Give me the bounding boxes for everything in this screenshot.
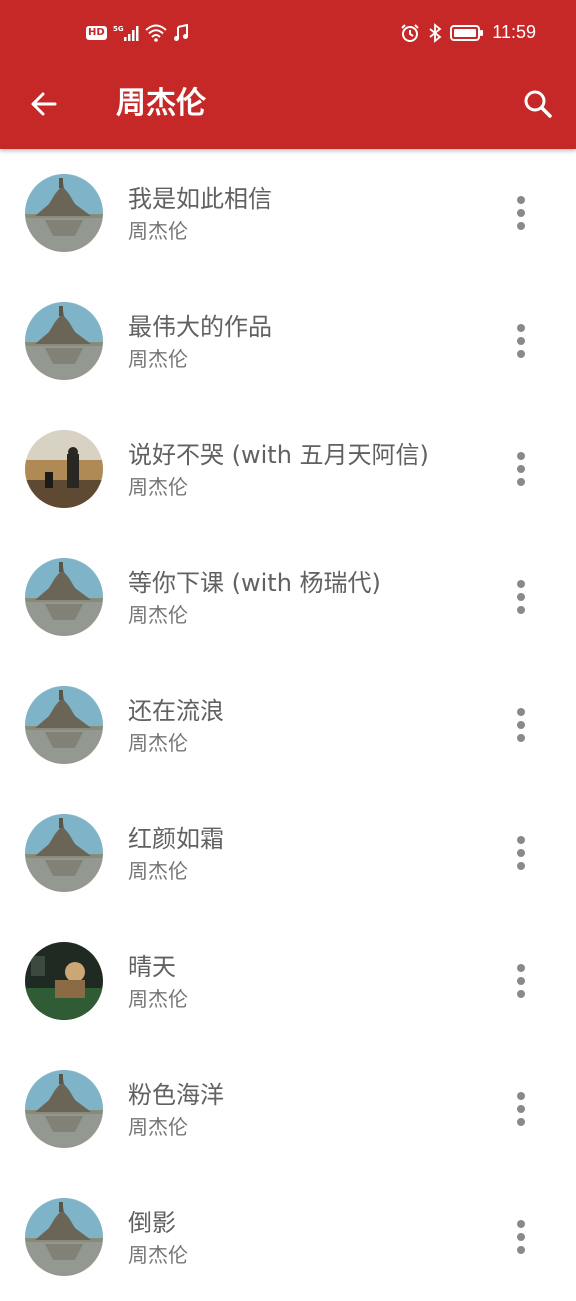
song-list: 我是如此相信 周杰伦 最伟大的作品 周杰伦 说好不哭 (with 五月天阿信) … [0,149,576,1301]
song-title: 红颜如霜 [128,825,224,853]
more-vert-icon [517,977,525,985]
album-cover [25,686,103,764]
more-options-button[interactable] [506,1217,536,1257]
search-button[interactable] [518,84,558,124]
more-vert-icon [517,465,525,473]
more-options-button[interactable] [506,1089,536,1129]
more-vert-icon [517,209,525,217]
song-row[interactable]: 倒影 周杰伦 [0,1173,576,1301]
more-options-button[interactable] [506,833,536,873]
album-cover [25,1070,103,1148]
app-bar: HD 5G 11:59 周杰伦 [0,0,576,149]
more-vert-icon [517,1220,525,1228]
more-vert-icon [517,990,525,998]
more-vert-icon [517,1233,525,1241]
more-vert-icon [517,196,525,204]
song-title: 粉色海洋 [128,1081,224,1109]
search-icon [524,90,552,118]
more-vert-icon [517,964,525,972]
svg-text:5G: 5G [113,25,124,33]
song-artist: 周杰伦 [128,987,188,1011]
song-row[interactable]: 最伟大的作品 周杰伦 [0,277,576,405]
album-cover [25,174,103,252]
song-title: 等你下课 (with 杨瑞代) [128,569,381,597]
more-options-button[interactable] [506,449,536,489]
more-options-button[interactable] [506,321,536,361]
page-title: 周杰伦 [116,86,206,121]
song-title: 我是如此相信 [128,185,272,213]
album-cover [25,430,103,508]
song-row[interactable]: 说好不哭 (with 五月天阿信) 周杰伦 [0,405,576,533]
wifi-icon [145,24,167,42]
music-note-icon [173,24,188,41]
more-options-button[interactable] [506,577,536,617]
more-vert-icon [517,337,525,345]
song-row[interactable]: 红颜如霜 周杰伦 [0,789,576,917]
album-cover [25,302,103,380]
song-title: 说好不哭 (with 五月天阿信) [128,441,429,469]
album-cover [25,814,103,892]
more-vert-icon [517,606,525,614]
album-cover [25,1198,103,1276]
signal-icon: 5G [113,25,139,41]
more-vert-icon [517,862,525,870]
song-artist: 周杰伦 [128,219,188,243]
song-title: 晴天 [128,953,176,981]
more-vert-icon [517,452,525,460]
status-bar: HD 5G 11:59 [0,18,576,54]
song-artist: 周杰伦 [128,731,188,755]
status-right: 11:59 [400,22,536,43]
more-vert-icon [517,1092,525,1100]
song-artist: 周杰伦 [128,1115,188,1139]
clock: 11:59 [492,22,536,42]
toolbar: 周杰伦 [0,64,576,144]
song-artist: 周杰伦 [128,859,188,883]
album-cover [25,558,103,636]
more-vert-icon [517,350,525,358]
status-left: HD 5G [86,24,189,42]
more-options-button[interactable] [506,705,536,745]
more-vert-icon [517,580,525,588]
more-vert-icon [517,593,525,601]
more-vert-icon [517,734,525,742]
bluetooth-icon [429,22,442,43]
song-title: 最伟大的作品 [128,313,272,341]
more-vert-icon [517,708,525,716]
more-vert-icon [517,478,525,486]
more-options-button[interactable] [506,961,536,1001]
more-options-button[interactable] [506,193,536,233]
alarm-icon [401,23,419,42]
more-vert-icon [517,324,525,332]
more-vert-icon [517,1246,525,1254]
more-vert-icon [517,1105,525,1113]
more-vert-icon [517,836,525,844]
song-artist: 周杰伦 [128,347,188,371]
song-artist: 周杰伦 [128,1243,188,1267]
song-row[interactable]: 粉色海洋 周杰伦 [0,1045,576,1173]
back-button[interactable] [24,84,64,124]
song-artist: 周杰伦 [128,475,188,499]
arrow-left-icon [31,92,57,116]
song-row[interactable]: 还在流浪 周杰伦 [0,661,576,789]
more-vert-icon [517,1118,525,1126]
song-row[interactable]: 等你下课 (with 杨瑞代) 周杰伦 [0,533,576,661]
song-row[interactable]: 晴天 周杰伦 [0,917,576,1045]
battery-icon [450,24,484,41]
song-title: 倒影 [128,1209,176,1237]
more-vert-icon [517,721,525,729]
hd-icon: HD [86,26,107,40]
song-title: 还在流浪 [128,697,224,725]
album-cover [25,942,103,1020]
song-row[interactable]: 我是如此相信 周杰伦 [0,149,576,277]
song-artist: 周杰伦 [128,603,188,627]
more-vert-icon [517,222,525,230]
more-vert-icon [517,849,525,857]
